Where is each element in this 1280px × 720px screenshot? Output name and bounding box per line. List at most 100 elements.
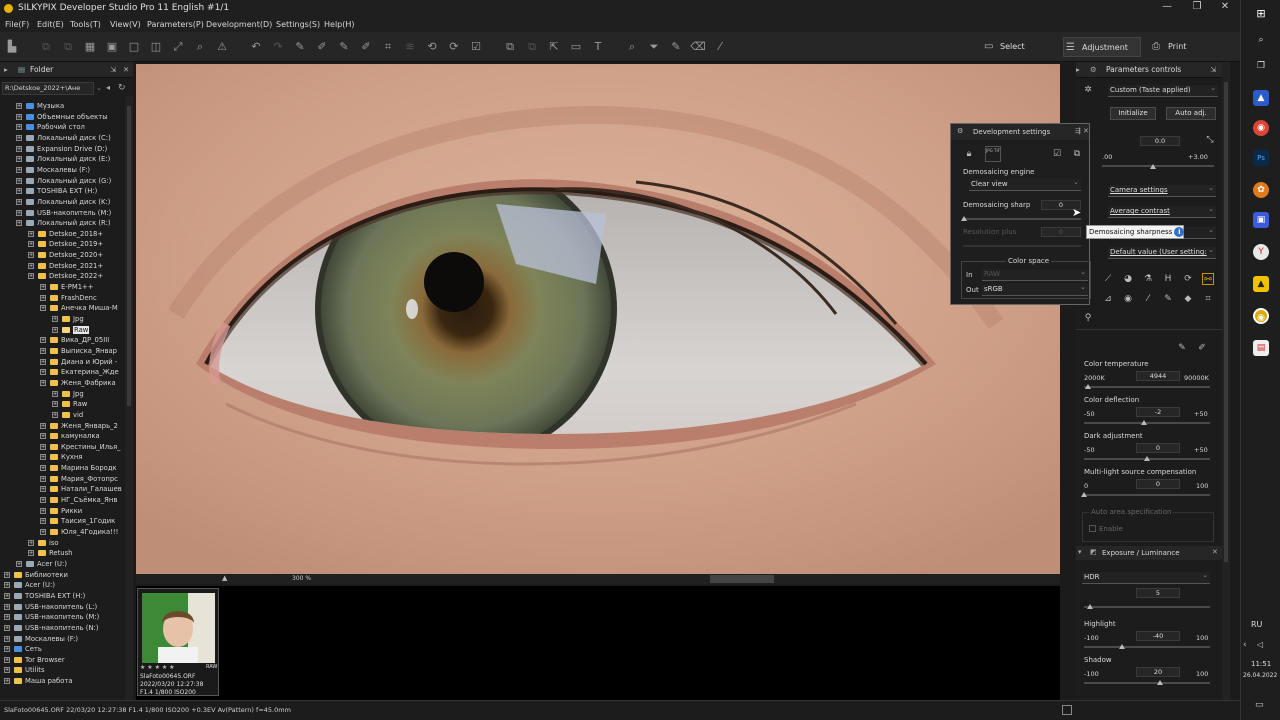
section-collapse-icon[interactable]: ▾	[1078, 548, 1082, 556]
expand-toggle-icon[interactable]: +	[28, 273, 34, 280]
tree-item[interactable]: + камуналка	[40, 431, 100, 442]
expand-toggle-icon[interactable]: +	[16, 145, 22, 152]
highlight-value[interactable]: -40	[1136, 631, 1180, 641]
hdr-value[interactable]: 5	[1136, 588, 1180, 598]
text-icon[interactable]: T	[590, 39, 606, 55]
tree-item[interactable]: + Женя_Фабрика	[40, 378, 116, 389]
expand-toggle-icon[interactable]: +	[16, 113, 22, 120]
menu-edit[interactable]: Edit(E)	[37, 20, 64, 29]
mode-print-button[interactable]: ⎙ Print	[1150, 37, 1210, 57]
expand-toggle-icon[interactable]: +	[4, 678, 10, 685]
back-icon[interactable]: ◂	[106, 83, 110, 92]
tree-item[interactable]: + Сеть	[4, 644, 42, 655]
parameters-scrollbar[interactable]	[1222, 62, 1230, 700]
gradient-tool-icon[interactable]: ◆	[1182, 293, 1194, 305]
color-temp-value[interactable]: 4944	[1136, 371, 1180, 381]
default-value-dropdown[interactable]: Default value (User setting:	[1108, 247, 1216, 259]
expand-toggle-icon[interactable]: +	[28, 550, 34, 557]
tree-item[interactable]: + USB-накопитель (L:)	[4, 602, 97, 613]
expand-toggle-icon[interactable]: +	[40, 529, 46, 535]
expand-toggle-icon[interactable]: +	[40, 379, 46, 386]
exposure-value[interactable]: 0.0	[1140, 136, 1180, 146]
expand-toggle-icon[interactable]: +	[40, 518, 46, 525]
expand-toggle-icon[interactable]: +	[16, 156, 22, 163]
check-icon[interactable]: ☑	[1051, 148, 1063, 160]
color-temp-knob[interactable]	[1085, 384, 1092, 389]
yandex-icon[interactable]: Y	[1253, 244, 1269, 260]
tree-item[interactable]: + Detskoe_2018+	[28, 229, 103, 240]
refresh-icon[interactable]: ↻	[118, 83, 126, 93]
exposure-slider[interactable]	[1102, 165, 1214, 167]
rating-stars[interactable]: ★ ★ ★ ★ ★	[140, 664, 175, 671]
app-red-icon[interactable]: ▤	[1253, 340, 1269, 356]
expand-toggle-icon[interactable]: +	[16, 220, 22, 227]
notifications-icon[interactable]: ▭	[1255, 700, 1264, 710]
tree-item[interactable]: + Музыка	[16, 101, 64, 112]
tree-item[interactable]: + USB-накопитель (N:)	[4, 623, 98, 634]
enable-checkbox[interactable]	[1089, 525, 1096, 532]
tree-item[interactable]: + Raw	[52, 325, 90, 336]
compare-view-icon[interactable]: ◫	[148, 39, 164, 55]
expand-toggle-icon[interactable]: +	[16, 124, 22, 131]
fit-icon[interactable]: ⤢	[170, 39, 186, 55]
pen-tool-icon[interactable]: ✎	[1162, 293, 1174, 305]
jpeg-tiff-icon[interactable]: JPG TIF	[985, 146, 1001, 162]
menu-file[interactable]: File(F)	[5, 20, 29, 29]
expand-toggle-icon[interactable]: +	[40, 475, 46, 482]
exposure-reset-icon[interactable]: ⤡	[1204, 134, 1216, 146]
screen-icon[interactable]: ▭	[568, 39, 584, 55]
tree-item[interactable]: + Вика_ДР_05III	[40, 335, 109, 346]
rotate-left-icon[interactable]: ⟲	[424, 39, 440, 55]
multi-light-value[interactable]: 0	[1136, 479, 1180, 489]
copy-settings-icon[interactable]: ⧉	[1071, 148, 1083, 160]
color-defl-knob[interactable]	[1141, 420, 1148, 425]
tree-item[interactable]: + USB-накопитель (M:)	[4, 612, 99, 623]
color-icon[interactable]: ◕	[1122, 273, 1134, 285]
crop-icon[interactable]: ⌗	[380, 39, 396, 55]
tree-item[interactable]: + НГ_Съёмка_Янв	[40, 495, 117, 506]
expand-toggle-icon[interactable]: +	[28, 252, 34, 259]
eraser-icon[interactable]: ⌫	[690, 39, 706, 55]
tree-item[interactable]: + Екатерина_Жде	[40, 367, 119, 378]
highlight-knob[interactable]	[1118, 644, 1125, 649]
tree-item[interactable]: + Jpg	[52, 389, 84, 400]
menu-parameters[interactable]: Parameters(P)	[147, 20, 204, 29]
tone-curve-icon[interactable]: ⟋	[1102, 273, 1114, 285]
dialog-close-icon[interactable]: ✕	[1083, 127, 1089, 135]
color-defl-value[interactable]: -2	[1136, 407, 1180, 417]
mode-select-button[interactable]: ▭ Select	[982, 37, 1042, 57]
export-icon[interactable]: ⇱	[546, 39, 562, 55]
color-temp-slider[interactable]	[1084, 386, 1210, 388]
expand-toggle-icon[interactable]: +	[40, 422, 46, 429]
prev-icon[interactable]: ⧉	[38, 39, 54, 55]
minimize-button[interactable]: —	[1152, 1, 1182, 17]
expand-toggle-icon[interactable]: +	[4, 635, 10, 642]
expand-toggle-icon[interactable]: +	[4, 571, 10, 578]
expand-toggle-icon[interactable]: +	[4, 646, 10, 653]
tree-item[interactable]: + USB-накопитель (M:)	[16, 208, 111, 219]
taste-gear-icon[interactable]: ✲	[1082, 84, 1094, 96]
color-space-out-dropdown[interactable]: sRGB	[982, 284, 1088, 296]
folder-path-field[interactable]: R:\Detskoe_2022+\Ане	[2, 82, 94, 95]
save-app-icon[interactable]: ▣	[1253, 212, 1269, 228]
expand-toggle-icon[interactable]: +	[40, 507, 46, 514]
expand-toggle-icon[interactable]: +	[52, 326, 58, 333]
mode-adjustment-button[interactable]: ☰ Adjustment	[1063, 37, 1141, 57]
shadow-slider[interactable]	[1084, 682, 1210, 684]
tree-item[interactable]: + E-PM1++	[40, 282, 93, 293]
crop-tool-icon[interactable]: ⌗	[1202, 293, 1214, 305]
multi-light-knob[interactable]	[1081, 492, 1087, 497]
tree-item[interactable]: + vid	[52, 410, 83, 421]
full-view-icon[interactable]: □	[126, 39, 142, 55]
tree-item[interactable]: + Локальный диск (C:)	[16, 133, 111, 144]
undo-icon[interactable]: ↶	[248, 39, 264, 55]
demosaicing-engine-dropdown[interactable]: Clear view	[969, 179, 1081, 191]
folder-scrollbar[interactable]	[125, 96, 133, 700]
app-orange-icon[interactable]: ✿	[1253, 182, 1269, 198]
task-view-icon[interactable]: ❐	[1253, 58, 1269, 74]
expand-toggle-icon[interactable]: +	[16, 198, 22, 205]
menu-settings[interactable]: Settings(S)	[276, 20, 320, 29]
tree-item[interactable]: + Detskoe_2021+	[28, 261, 103, 272]
zoom-icon[interactable]: ⌕	[192, 39, 208, 55]
filter-icon[interactable]: ⏷	[646, 39, 662, 55]
